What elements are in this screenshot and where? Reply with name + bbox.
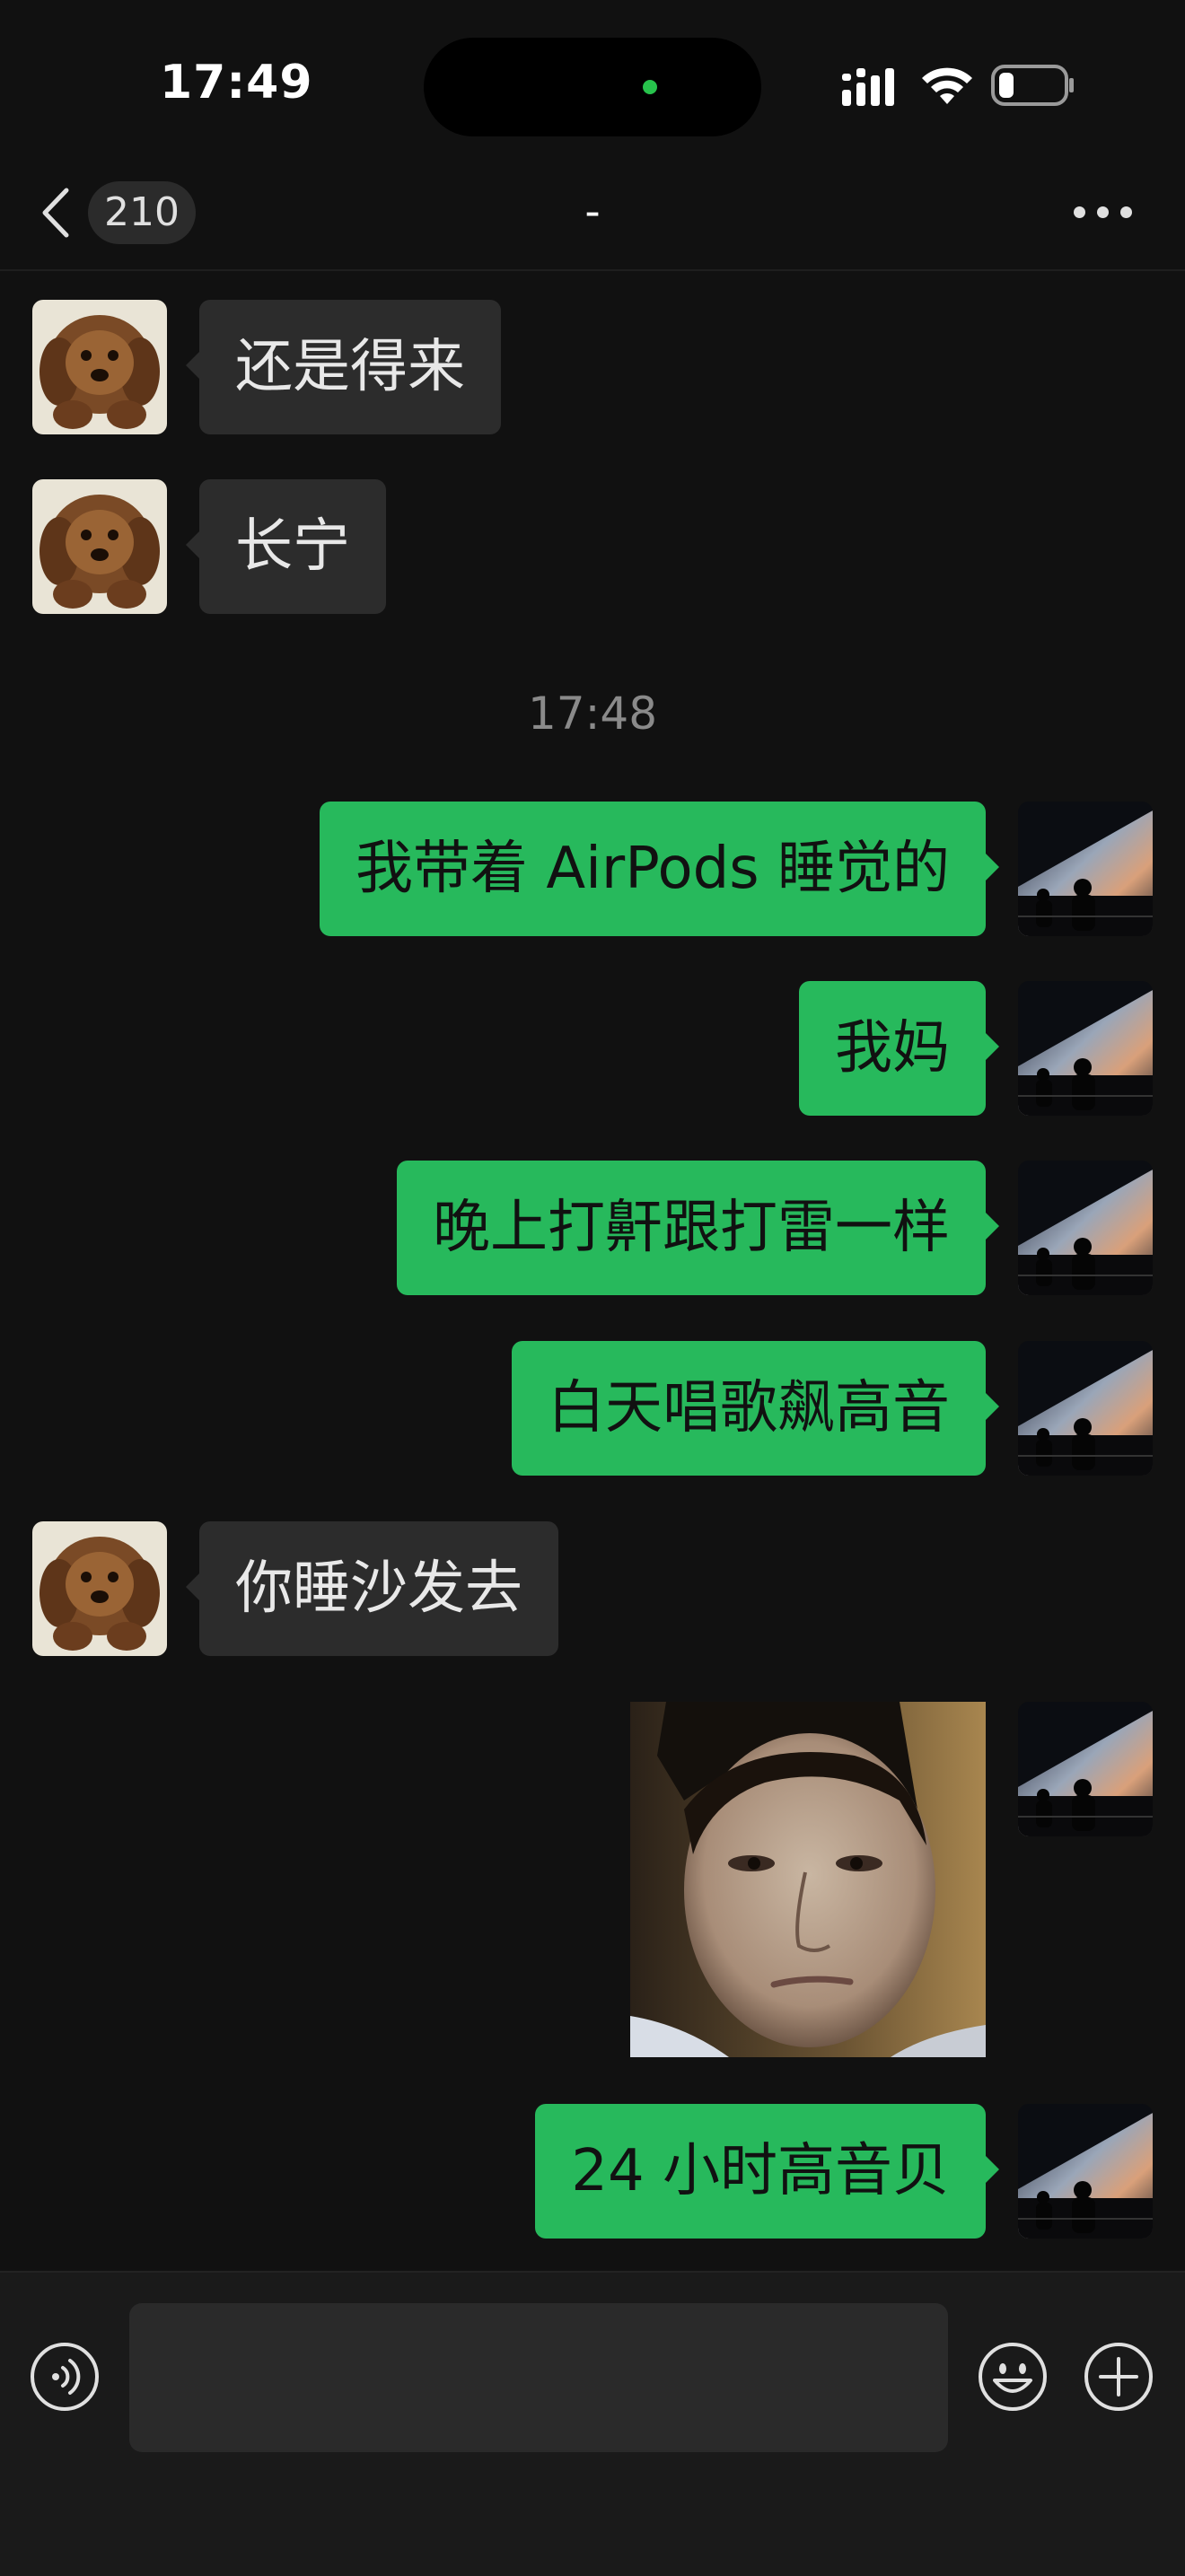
window-silhouette-avatar-image [1018, 802, 1153, 936]
message-bubble-outgoing[interactable]: 晚上打鼾跟打雷一样 [397, 1161, 999, 1295]
my-avatar[interactable] [1018, 1341, 1153, 1476]
contact-avatar[interactable] [32, 300, 167, 434]
dog-avatar-image [32, 479, 167, 614]
window-silhouette-avatar-image [1018, 1341, 1153, 1476]
window-silhouette-avatar-image [1018, 981, 1153, 1116]
chat-title: - [584, 187, 601, 237]
portrait-photo [630, 1702, 986, 2057]
dog-avatar-image [32, 1521, 167, 1656]
signal-icon [842, 68, 894, 106]
message-bubble-outgoing[interactable]: 我妈 [799, 981, 999, 1116]
message-bubble-outgoing[interactable]: 白天唱歌飙高音 [512, 1341, 999, 1476]
message-bubble-incoming[interactable]: 还是得来 [186, 300, 501, 434]
more-dots-icon[interactable] [1074, 201, 1133, 223]
my-avatar[interactable] [1018, 981, 1153, 1116]
chat-input-bar [0, 2271, 1185, 2576]
chat-nav-bar: 210 - [0, 171, 1185, 271]
dynamic-island [424, 38, 761, 136]
status-bar: 17:49 [0, 0, 1185, 171]
contact-avatar[interactable] [32, 1521, 167, 1656]
window-silhouette-avatar-image [1018, 2104, 1153, 2239]
status-time: 17:49 [160, 56, 313, 110]
contact-avatar[interactable] [32, 479, 167, 614]
my-avatar[interactable] [1018, 1161, 1153, 1295]
message-timestamp: 17:48 [527, 688, 658, 740]
emoji-icon[interactable] [977, 2341, 1049, 2413]
my-avatar[interactable] [1018, 1702, 1153, 1836]
message-bubble-incoming[interactable]: 你睡沙发去 [186, 1521, 558, 1656]
camera-indicator-dot [643, 80, 657, 94]
window-silhouette-avatar-image [1018, 1702, 1153, 1836]
window-silhouette-avatar-image [1018, 1161, 1153, 1295]
my-avatar[interactable] [1018, 2104, 1153, 2239]
message-bubble-incoming[interactable]: 长宁 [186, 479, 386, 614]
wifi-icon [922, 67, 972, 104]
message-bubble-outgoing[interactable]: 我带着 AirPods 睡觉的 [320, 802, 999, 936]
my-avatar[interactable] [1018, 802, 1153, 936]
battery-icon [991, 65, 1074, 106]
image-message[interactable] [630, 1702, 986, 2057]
dog-avatar-image [32, 300, 167, 434]
voice-icon[interactable] [29, 2341, 101, 2413]
message-bubble-outgoing[interactable]: 24 小时高音贝 [535, 2104, 999, 2239]
message-input[interactable] [129, 2303, 948, 2452]
plus-icon[interactable] [1083, 2341, 1154, 2413]
